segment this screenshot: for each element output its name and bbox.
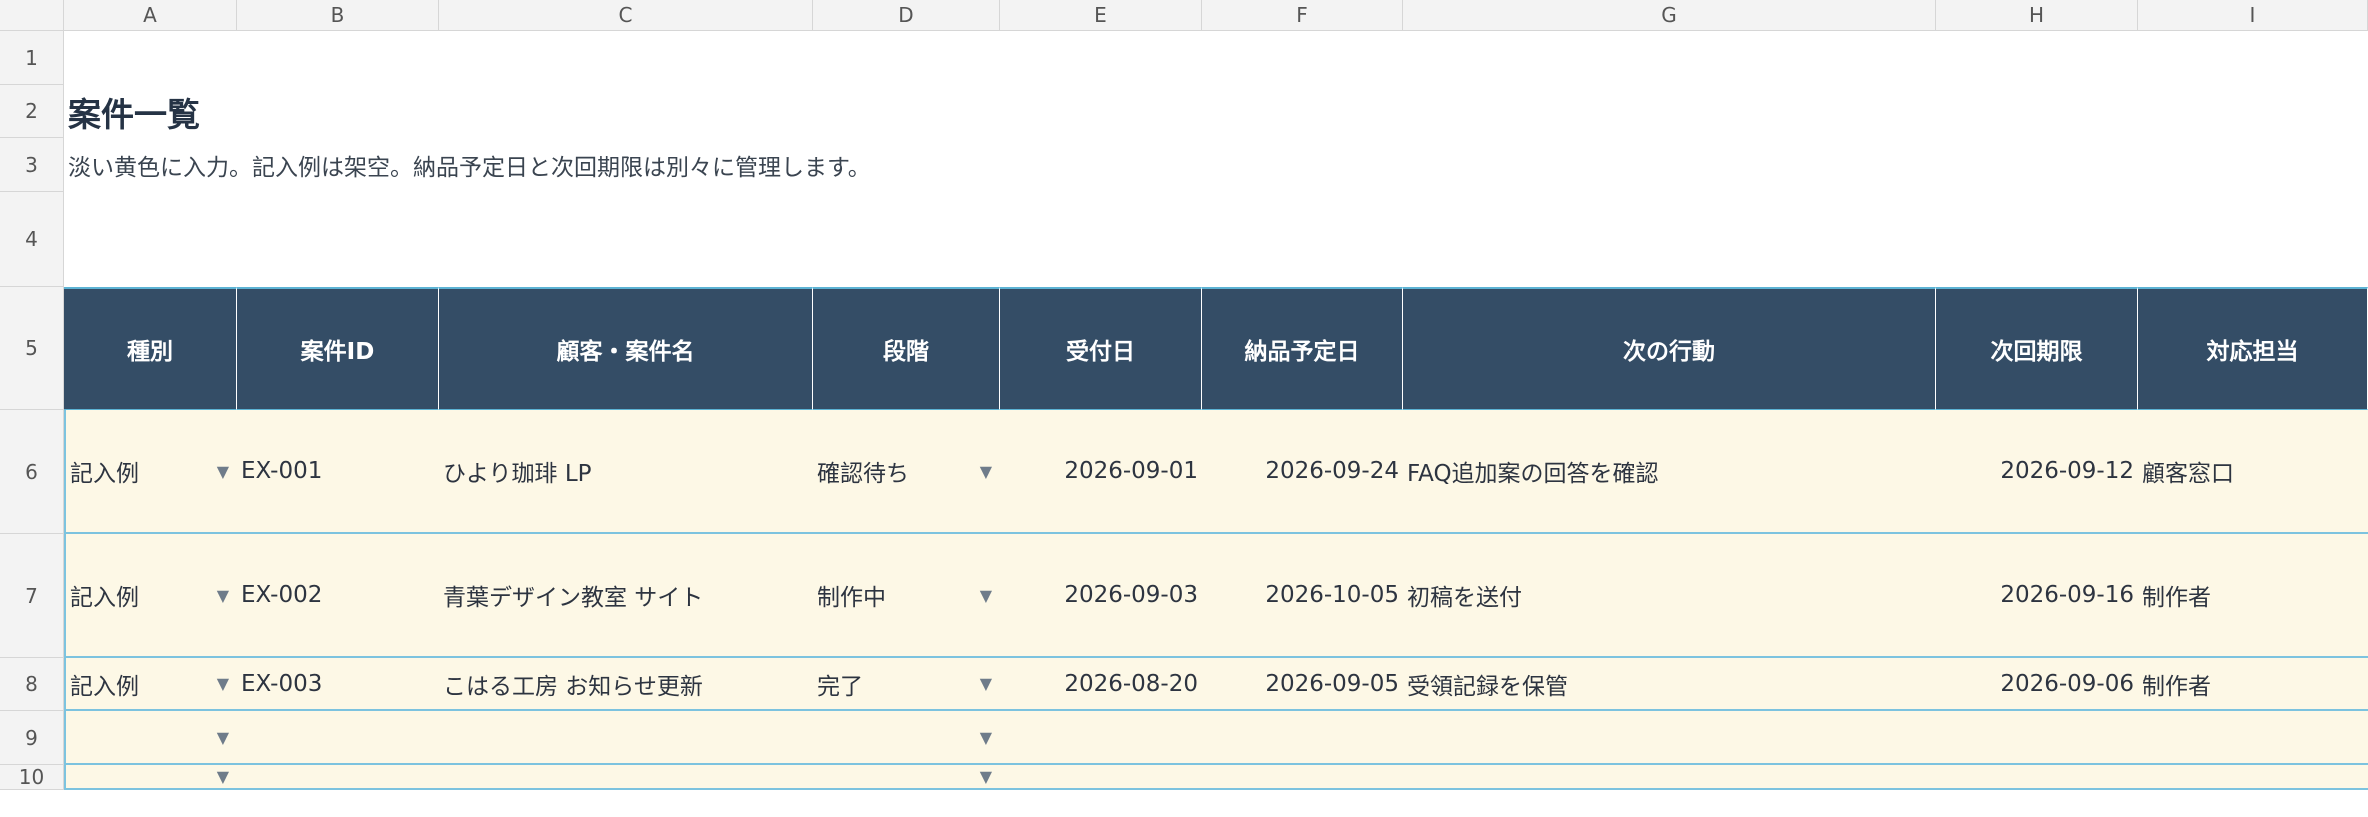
cell-owner[interactable]: 制作者 bbox=[2138, 534, 2368, 658]
row-header-7[interactable]: 7 bbox=[0, 534, 64, 658]
column-header-c[interactable]: C bbox=[439, 0, 813, 31]
cell-type-value: 記入例 bbox=[70, 461, 139, 487]
chevron-down-icon[interactable]: ▼ bbox=[980, 728, 992, 747]
chevron-down-icon[interactable]: ▼ bbox=[217, 586, 229, 605]
column-header-e[interactable]: E bbox=[1000, 0, 1202, 31]
cell-next-deadline[interactable]: 2026-09-12 bbox=[1936, 410, 2138, 534]
cell-type-dropdown[interactable]: 記入例 ▼ bbox=[64, 534, 237, 658]
column-header-d[interactable]: D bbox=[813, 0, 1000, 31]
sheet-grid: A B C D E F G H I 1 2 案件一覧 3 淡い黄色に入力。記入例… bbox=[0, 0, 2368, 790]
cell-case-id[interactable]: EX-001 bbox=[237, 410, 439, 534]
cell-next-deadline[interactable]: 2026-09-16 bbox=[1936, 534, 2138, 658]
row-header-4[interactable]: 4 bbox=[0, 192, 64, 287]
header-delivery[interactable]: 納品予定日 bbox=[1202, 287, 1403, 410]
cell-stage-dropdown[interactable]: 完了 ▼ bbox=[813, 658, 1000, 711]
cell-type-value: 記入例 bbox=[70, 673, 139, 700]
row-header-1[interactable]: 1 bbox=[0, 31, 64, 85]
cell-stage-value: 制作中 bbox=[817, 585, 886, 611]
row-header-2[interactable]: 2 bbox=[0, 85, 64, 138]
cell-case-id[interactable]: EX-002 bbox=[237, 534, 439, 658]
empty-row-1[interactable] bbox=[64, 31, 2368, 85]
cell-received[interactable] bbox=[1000, 765, 1202, 790]
cell-type-dropdown[interactable]: 記入例 ▼ bbox=[64, 410, 237, 534]
chevron-down-icon[interactable]: ▼ bbox=[980, 462, 992, 481]
chevron-down-icon[interactable]: ▼ bbox=[980, 767, 992, 786]
cell-delivery[interactable] bbox=[1202, 765, 1403, 790]
cell-delivery[interactable]: 2026-10-05 bbox=[1202, 534, 1403, 658]
cell-type-dropdown[interactable]: ▼ bbox=[64, 711, 237, 765]
cell-stage-value: 確認待ち bbox=[817, 461, 909, 487]
header-next-action[interactable]: 次の行動 bbox=[1403, 287, 1936, 410]
cell-stage-dropdown[interactable]: ▼ bbox=[813, 711, 1000, 765]
spreadsheet: A B C D E F G H I 1 2 案件一覧 3 淡い黄色に入力。記入例… bbox=[0, 0, 2368, 817]
chevron-down-icon[interactable]: ▼ bbox=[980, 586, 992, 605]
cell-received[interactable] bbox=[1000, 711, 1202, 765]
cell-next-deadline[interactable]: 2026-09-06 bbox=[1936, 658, 2138, 711]
cell-next-action[interactable]: 初稿を送付 bbox=[1403, 534, 1936, 658]
cell-customer[interactable]: 青葉デザイン教室 サイト bbox=[439, 534, 813, 658]
cell-case-id[interactable] bbox=[237, 765, 439, 790]
column-header-b[interactable]: B bbox=[237, 0, 439, 31]
column-header-f[interactable]: F bbox=[1202, 0, 1403, 31]
cell-customer[interactable]: ひより珈琲 LP bbox=[439, 410, 813, 534]
cell-next-action[interactable] bbox=[1403, 711, 1936, 765]
cell-type-value: 記入例 bbox=[70, 585, 139, 611]
instruction-note[interactable]: 淡い黄色に入力。記入例は架空。納品予定日と次回期限は別々に管理します。 bbox=[64, 138, 2368, 192]
column-header-i[interactable]: I bbox=[2138, 0, 2368, 31]
column-header-a[interactable]: A bbox=[64, 0, 237, 31]
cell-received[interactable]: 2026-08-20 bbox=[1000, 658, 1202, 711]
cell-stage-value: 完了 bbox=[817, 673, 863, 700]
cell-next-action[interactable]: FAQ追加案の回答を確認 bbox=[1403, 410, 1936, 534]
chevron-down-icon[interactable]: ▼ bbox=[217, 462, 229, 481]
cell-customer[interactable] bbox=[439, 711, 813, 765]
header-next-deadline[interactable]: 次回期限 bbox=[1936, 287, 2138, 410]
cell-received[interactable]: 2026-09-03 bbox=[1000, 534, 1202, 658]
cell-delivery[interactable]: 2026-09-24 bbox=[1202, 410, 1403, 534]
row-header-6[interactable]: 6 bbox=[0, 410, 64, 534]
cell-next-deadline[interactable] bbox=[1936, 711, 2138, 765]
cell-delivery[interactable] bbox=[1202, 711, 1403, 765]
header-customer[interactable]: 顧客・案件名 bbox=[439, 287, 813, 410]
chevron-down-icon[interactable]: ▼ bbox=[980, 674, 992, 693]
row-header-3[interactable]: 3 bbox=[0, 138, 64, 192]
row-header-5[interactable]: 5 bbox=[0, 287, 64, 410]
cell-case-id[interactable] bbox=[237, 711, 439, 765]
cell-next-action[interactable]: 受領記録を保管 bbox=[1403, 658, 1936, 711]
cell-type-dropdown[interactable]: 記入例 ▼ bbox=[64, 658, 237, 711]
cell-received[interactable]: 2026-09-01 bbox=[1000, 410, 1202, 534]
chevron-down-icon[interactable]: ▼ bbox=[217, 728, 229, 747]
cell-case-id[interactable]: EX-003 bbox=[237, 658, 439, 711]
select-all-corner[interactable] bbox=[0, 0, 64, 31]
sheet-title[interactable]: 案件一覧 bbox=[64, 85, 2368, 138]
cell-type-dropdown[interactable]: ▼ bbox=[64, 765, 237, 790]
header-stage[interactable]: 段階 bbox=[813, 287, 1000, 410]
header-type[interactable]: 種別 bbox=[64, 287, 237, 410]
chevron-down-icon[interactable]: ▼ bbox=[217, 674, 229, 693]
cell-customer[interactable] bbox=[439, 765, 813, 790]
cell-stage-dropdown[interactable]: ▼ bbox=[813, 765, 1000, 790]
header-received[interactable]: 受付日 bbox=[1000, 287, 1202, 410]
cell-next-deadline[interactable] bbox=[1936, 765, 2138, 790]
column-header-h[interactable]: H bbox=[1936, 0, 2138, 31]
empty-row-4[interactable] bbox=[64, 192, 2368, 287]
header-owner[interactable]: 対応担当 bbox=[2138, 287, 2368, 410]
cell-owner[interactable]: 顧客窓口 bbox=[2138, 410, 2368, 534]
row-header-10[interactable]: 10 bbox=[0, 765, 64, 790]
cell-owner[interactable] bbox=[2138, 711, 2368, 765]
row-header-8[interactable]: 8 bbox=[0, 658, 64, 711]
header-case-id[interactable]: 案件ID bbox=[237, 287, 439, 410]
column-header-g[interactable]: G bbox=[1403, 0, 1936, 31]
chevron-down-icon[interactable]: ▼ bbox=[217, 767, 229, 786]
cell-delivery[interactable]: 2026-09-05 bbox=[1202, 658, 1403, 711]
row-header-9[interactable]: 9 bbox=[0, 711, 64, 765]
cell-stage-dropdown[interactable]: 確認待ち ▼ bbox=[813, 410, 1000, 534]
cell-owner[interactable]: 制作者 bbox=[2138, 658, 2368, 711]
cell-customer[interactable]: こはる工房 お知らせ更新 bbox=[439, 658, 813, 711]
cell-stage-dropdown[interactable]: 制作中 ▼ bbox=[813, 534, 1000, 658]
cell-next-action[interactable] bbox=[1403, 765, 1936, 790]
cell-owner[interactable] bbox=[2138, 765, 2368, 790]
